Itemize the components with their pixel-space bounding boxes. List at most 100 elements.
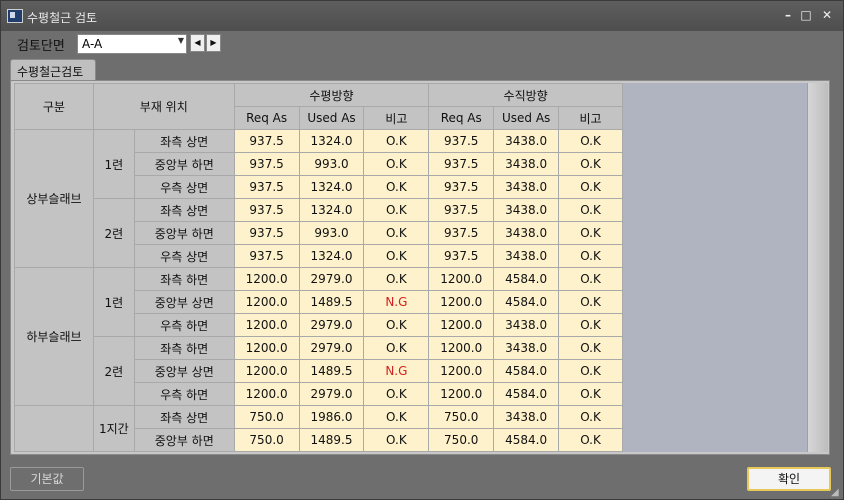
next-section-button[interactable]: ▶ <box>206 34 221 52</box>
h-used-cell[interactable]: 1324.0 <box>298 129 365 153</box>
v-used-cell[interactable]: 3438.0 <box>493 129 560 153</box>
h-used-cell[interactable]: 1986.0 <box>298 405 365 429</box>
ok-button[interactable]: 확인 <box>747 467 831 491</box>
h-req-cell[interactable]: 937.5 <box>233 129 300 153</box>
h-req-cell[interactable]: 1200.0 <box>233 382 300 406</box>
h-req-cell[interactable]: 1200.0 <box>233 359 300 383</box>
h-used-cell[interactable]: 1324.0 <box>298 244 365 268</box>
h-used-cell[interactable]: 993.0 <box>298 221 365 245</box>
h-remark-cell[interactable]: O.K <box>363 129 430 153</box>
maximize-icon[interactable]: □ <box>798 7 814 23</box>
h-used-cell[interactable]: 2979.0 <box>298 313 365 337</box>
h-remark-cell[interactable]: O.K <box>363 152 430 176</box>
v-req-cell[interactable]: 1200.0 <box>428 382 495 406</box>
h-used-cell[interactable]: 993.0 <box>298 152 365 176</box>
resize-grip-icon[interactable]: ◢ <box>831 487 841 498</box>
h-used-cell[interactable]: 2979.0 <box>298 382 365 406</box>
table-row[interactable]: 2련 좌측 하면 1200.0 2979.0 O.K 1200.0 3438.0 O.K <box>15 336 623 406</box>
v-req-cell[interactable]: 750.0 <box>428 405 495 429</box>
h-used-cell[interactable]: 2979.0 <box>298 267 365 291</box>
v-used-cell[interactable]: 3438.0 <box>493 198 560 222</box>
tab-horizontal-rebar-check[interactable]: 수평철근검토 <box>10 59 96 81</box>
table-row[interactable]: 상부슬래브 1련 좌측 상면 937.5 1324.0 O.K 937.5 3438.0 O.K <box>14 129 623 268</box>
h-req-cell[interactable]: 937.5 <box>233 198 300 222</box>
h-used-cell[interactable]: 1489.5 <box>298 290 365 314</box>
h-req-cell[interactable]: 1200.0 <box>233 313 300 337</box>
v-remark-cell[interactable]: O.K <box>558 175 623 199</box>
h-remark-cell[interactable]: O.K <box>363 428 430 452</box>
v-used-cell[interactable]: 4584.0 <box>493 382 560 406</box>
v-used-cell[interactable]: 3438.0 <box>493 221 560 245</box>
default-button[interactable]: 기본값 <box>10 467 84 491</box>
v-remark-cell[interactable]: O.K <box>558 405 623 429</box>
h-req-cell[interactable]: 1200.0 <box>233 336 300 360</box>
h-remark-cell[interactable]: O.K <box>363 382 430 406</box>
v-req-cell[interactable]: 937.5 <box>428 244 495 268</box>
v-used-cell[interactable]: 3438.0 <box>493 405 560 429</box>
v-used-cell[interactable]: 4584.0 <box>493 428 560 452</box>
h-remark-cell[interactable]: O.K <box>363 313 430 337</box>
v-req-cell[interactable]: 937.5 <box>428 175 495 199</box>
v-used-cell[interactable]: 3438.0 <box>493 313 560 337</box>
results-grid[interactable]: 구분 부재 위치 수평방향 수직방향 Req As Used As 비고 Req… <box>14 83 623 452</box>
v-remark-cell[interactable]: O.K <box>558 290 623 314</box>
h-remark-cell[interactable]: N.G <box>363 290 430 314</box>
close-icon[interactable]: ✕ <box>819 7 835 23</box>
h-remark-cell[interactable]: N.G <box>363 359 430 383</box>
table-row[interactable]: 1지간 좌측 상면 750.0 1986.0 O.K 750.0 3438.0 O.K <box>14 405 623 452</box>
prev-section-button[interactable]: ◀ <box>190 34 205 52</box>
v-req-cell[interactable]: 1200.0 <box>428 336 495 360</box>
h-remark-cell[interactable]: O.K <box>363 336 430 360</box>
h-req-cell[interactable]: 750.0 <box>233 428 300 452</box>
v-req-cell[interactable]: 1200.0 <box>428 290 495 314</box>
v-used-cell[interactable]: 4584.0 <box>493 290 560 314</box>
h-req-cell[interactable]: 1200.0 <box>233 267 300 291</box>
table-row[interactable]: 2련 좌측 상면 937.5 1324.0 O.K 937.5 3438.0 O.K <box>15 198 623 268</box>
v-remark-cell[interactable]: O.K <box>558 152 623 176</box>
v-remark-cell[interactable]: O.K <box>558 382 623 406</box>
v-req-cell[interactable]: 937.5 <box>428 152 495 176</box>
v-remark-cell[interactable]: O.K <box>558 336 623 360</box>
v-req-cell[interactable]: 750.0 <box>428 428 495 452</box>
v-remark-cell[interactable]: O.K <box>558 267 623 291</box>
h-req-cell[interactable]: 937.5 <box>233 244 300 268</box>
table-row[interactable]: 하부슬래브 1련 좌측 하면 1200.0 2979.0 O.K 1200.0 4584.0 O… <box>14 267 623 406</box>
v-remark-cell[interactable]: O.K <box>558 129 623 153</box>
h-remark-cell[interactable]: O.K <box>363 198 430 222</box>
v-req-cell[interactable]: 937.5 <box>428 129 495 153</box>
minimize-icon[interactable]: – <box>780 7 796 23</box>
h-remark-cell[interactable]: O.K <box>363 267 430 291</box>
h-used-cell[interactable]: 2979.0 <box>298 336 365 360</box>
v-remark-cell[interactable]: O.K <box>558 359 623 383</box>
h-used-cell[interactable]: 1324.0 <box>298 175 365 199</box>
vertical-scrollbar[interactable] <box>807 83 828 452</box>
h-remark-cell[interactable]: O.K <box>363 244 430 268</box>
h-remark-cell[interactable]: O.K <box>363 405 430 429</box>
v-remark-cell[interactable]: O.K <box>558 244 623 268</box>
h-req-cell[interactable]: 1200.0 <box>233 290 300 314</box>
v-used-cell[interactable]: 3438.0 <box>493 244 560 268</box>
h-remark-cell[interactable]: O.K <box>363 221 430 245</box>
h-req-cell[interactable]: 937.5 <box>233 175 300 199</box>
h-used-cell[interactable]: 1489.5 <box>298 359 365 383</box>
v-req-cell[interactable]: 937.5 <box>428 198 495 222</box>
v-req-cell[interactable]: 1200.0 <box>428 359 495 383</box>
v-used-cell[interactable]: 4584.0 <box>493 359 560 383</box>
v-used-cell[interactable]: 3438.0 <box>493 152 560 176</box>
v-used-cell[interactable]: 3438.0 <box>493 336 560 360</box>
v-remark-cell[interactable]: O.K <box>558 198 623 222</box>
h-used-cell[interactable]: 1489.5 <box>298 428 365 452</box>
h-req-cell[interactable]: 937.5 <box>233 221 300 245</box>
v-remark-cell[interactable]: O.K <box>558 221 623 245</box>
v-remark-cell[interactable]: O.K <box>558 428 623 452</box>
v-req-cell[interactable]: 937.5 <box>428 221 495 245</box>
h-used-cell[interactable]: 1324.0 <box>298 198 365 222</box>
h-remark-cell[interactable]: O.K <box>363 175 430 199</box>
v-req-cell[interactable]: 1200.0 <box>428 313 495 337</box>
h-req-cell[interactable]: 937.5 <box>233 152 300 176</box>
v-remark-cell[interactable]: O.K <box>558 313 623 337</box>
v-used-cell[interactable]: 3438.0 <box>493 175 560 199</box>
section-select[interactable]: A-A ▼ <box>77 34 187 54</box>
v-req-cell[interactable]: 1200.0 <box>428 267 495 291</box>
v-used-cell[interactable]: 4584.0 <box>493 267 560 291</box>
